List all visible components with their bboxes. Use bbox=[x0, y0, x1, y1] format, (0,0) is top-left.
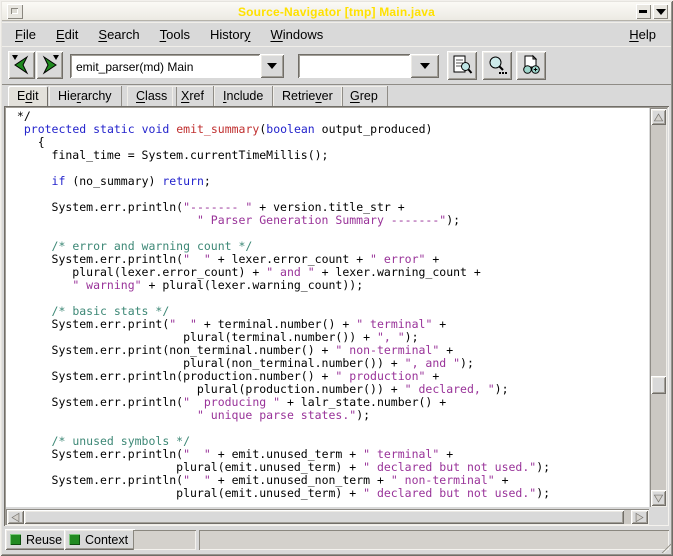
vertical-scrollbar-thumb[interactable] bbox=[651, 376, 666, 394]
menu-edit[interactable]: Edit bbox=[49, 24, 85, 45]
tab-hierarchy[interactable]: Hierarchy bbox=[49, 86, 122, 106]
chevron-down-icon bbox=[420, 63, 430, 69]
arrow-left-icon bbox=[10, 512, 21, 523]
menu-file[interactable]: File bbox=[8, 24, 43, 45]
chevron-down-icon bbox=[267, 63, 277, 69]
context-label: Context bbox=[85, 533, 128, 547]
reuse-toggle[interactable]: Reuse bbox=[5, 529, 69, 550]
window-shade-button[interactable] bbox=[653, 4, 668, 19]
retriever-glasses-icon bbox=[520, 54, 542, 76]
horizontal-scrollbar[interactable] bbox=[6, 509, 649, 525]
minimize-icon bbox=[639, 10, 647, 13]
tab-xref[interactable]: Xref bbox=[172, 86, 214, 106]
search-combobox-input[interactable] bbox=[298, 54, 410, 78]
retriever-button[interactable] bbox=[516, 51, 546, 80]
scroll-down-button[interactable] bbox=[651, 490, 666, 506]
tab-edit[interactable]: Edit bbox=[8, 86, 48, 106]
tab-grep[interactable]: Grep bbox=[341, 86, 388, 106]
window-title: Source-Navigator [tmp] Main.java bbox=[2, 5, 671, 19]
open-editor-button[interactable] bbox=[447, 51, 477, 80]
menu-search[interactable]: Search bbox=[91, 24, 146, 45]
symbol-combobox-arrow[interactable] bbox=[260, 54, 284, 78]
history-forward-button[interactable] bbox=[36, 51, 63, 79]
tabbar: Edit Hierarchy Class Xref Include Retrie… bbox=[2, 85, 671, 106]
scroll-up-button[interactable] bbox=[651, 109, 666, 125]
resize-grip[interactable] bbox=[655, 539, 671, 553]
history-back-button[interactable] bbox=[8, 51, 35, 79]
tab-retriever[interactable]: Retriever bbox=[273, 86, 343, 106]
arrow-right-icon bbox=[634, 512, 645, 523]
scroll-left-button[interactable] bbox=[7, 510, 24, 524]
context-toggle[interactable]: Context bbox=[64, 529, 135, 550]
search-button[interactable] bbox=[482, 51, 512, 80]
reuse-indicator-icon bbox=[10, 534, 21, 545]
tab-class[interactable]: Class bbox=[127, 86, 177, 106]
reuse-label: Reuse bbox=[26, 533, 62, 547]
arrow-down-icon bbox=[653, 493, 664, 504]
menubar: File Edit Search Tools History Windows H… bbox=[2, 22, 671, 46]
search-combobox-arrow[interactable] bbox=[410, 54, 439, 78]
titlebar[interactable]: Source-Navigator [tmp] Main.java bbox=[2, 2, 671, 21]
minimize-button[interactable] bbox=[636, 4, 651, 19]
editor-document-icon bbox=[451, 54, 473, 76]
toolbar bbox=[2, 46, 671, 85]
vertical-scrollbar[interactable] bbox=[650, 108, 667, 507]
context-indicator-icon bbox=[69, 534, 80, 545]
code-editor[interactable]: */ protected static void emit_summary(bo… bbox=[6, 108, 649, 507]
search-magnifier-icon bbox=[486, 54, 508, 76]
source-navigator-window: Source-Navigator [tmp] Main.java File Ed… bbox=[0, 0, 673, 556]
code-text: */ protected static void emit_summary(bo… bbox=[10, 110, 649, 500]
arrow-up-icon bbox=[653, 112, 664, 123]
scroll-right-button[interactable] bbox=[631, 510, 648, 524]
menu-windows[interactable]: Windows bbox=[263, 24, 330, 45]
editor-frame: */ protected static void emit_summary(bo… bbox=[4, 106, 669, 526]
status-panel-right bbox=[199, 530, 669, 550]
tab-include[interactable]: Include bbox=[214, 86, 273, 106]
horizontal-scrollbar-thumb[interactable] bbox=[24, 510, 624, 524]
shade-triangle-icon bbox=[656, 9, 666, 15]
green-left-arrow-icon bbox=[8, 51, 35, 79]
statusbar: Reuse Context bbox=[2, 529, 671, 551]
menu-history[interactable]: History bbox=[203, 24, 257, 45]
green-right-arrow-icon bbox=[36, 51, 63, 79]
symbol-combobox-input[interactable] bbox=[70, 54, 260, 78]
menu-help[interactable]: Help bbox=[622, 24, 663, 45]
menu-tools[interactable]: Tools bbox=[153, 24, 197, 45]
status-panel-left bbox=[133, 530, 196, 550]
